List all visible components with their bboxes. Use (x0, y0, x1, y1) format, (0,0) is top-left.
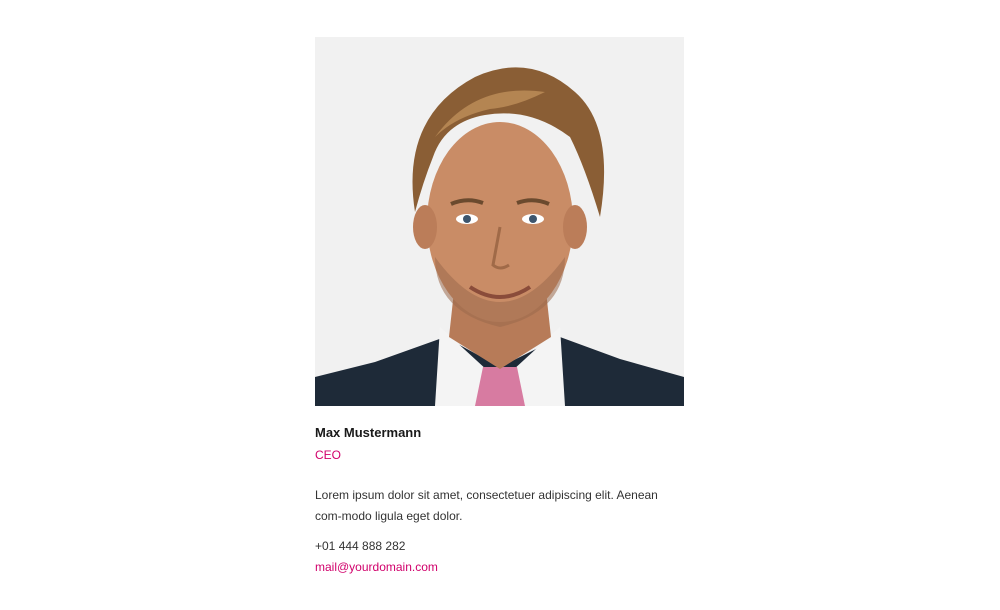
profile-photo (315, 37, 684, 406)
member-phone: +01 444 888 282 (315, 539, 406, 553)
member-email-link[interactable]: mail@yourdomain.com (315, 560, 438, 575)
team-member-page: Max Mustermann CEO Lorem ipsum dolor sit… (0, 0, 1000, 610)
team-member-card: Max Mustermann CEO Lorem ipsum dolor sit… (315, 37, 684, 576)
member-bio: Lorem ipsum dolor sit amet, consectetuer… (315, 488, 658, 523)
member-name: Max Mustermann (315, 425, 422, 440)
member-role: CEO (315, 448, 342, 462)
